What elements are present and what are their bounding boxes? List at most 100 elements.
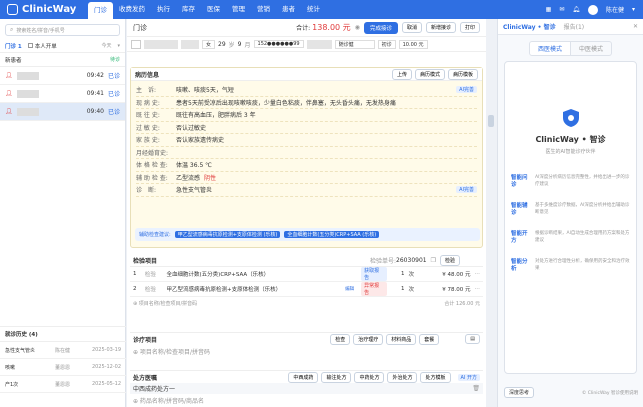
record-field[interactable]: 辅 助 检 查: 乙型流感 阴性 [136, 172, 477, 184]
user-name[interactable]: 陈在健 [606, 5, 624, 14]
nav-item[interactable]: 库存 [176, 0, 201, 19]
search-input[interactable]: 搜索姓名/拼音/手机号 [16, 27, 64, 34]
upload-button[interactable]: 上传 [391, 68, 412, 80]
gender-select[interactable]: 女 [202, 39, 216, 49]
add-drug-input[interactable]: ⊕ 药品名称/拼音码/商品名 [130, 394, 483, 407]
report-status[interactable]: 获取报告 [361, 267, 387, 281]
chevron-down-icon[interactable]: ▾ [632, 6, 635, 13]
add-treat-input[interactable]: ⊕ 项目名称/检查项目/拼音码 [130, 345, 483, 358]
record-field[interactable]: 诊 断: 急性支气管炎 AI完善 [136, 184, 477, 197]
history-item[interactable]: 急性支气管炎 陈在健 2025-03-19 [0, 342, 126, 359]
chevron-down-icon[interactable]: ▾ [117, 43, 120, 49]
new-patient-row[interactable]: 新患者 待诊 [0, 53, 125, 67]
complete-visit-button[interactable]: 完成接诊 [363, 21, 398, 34]
tab-ai[interactable]: ClinicWay • 智诊 [503, 22, 556, 31]
patient-list-item[interactable]: 👤︎ 09:42 已诊 [0, 67, 125, 85]
treat-template-button[interactable]: ▤ [465, 334, 480, 344]
first-visit-select[interactable]: 初诊 [377, 39, 396, 49]
western-mode-button[interactable]: 西医模式 [528, 40, 571, 56]
ai-complete-button[interactable]: AI完善 [456, 86, 477, 94]
checkbox-icon[interactable] [27, 43, 33, 48]
record-field[interactable]: 现 病 史: 患者5天前受凉后出现咳嗽咳痰，少量白色粘痰，伴鼻塞，无头昏头痛，无发… [136, 97, 477, 109]
history-item[interactable]: 咳嗽 董恩恩 2025-12-02 [0, 359, 126, 376]
avatar[interactable] [587, 4, 598, 15]
patient-list-item[interactable]: 👤︎ 09:40 已诊 [0, 103, 125, 121]
redacted-field [306, 39, 332, 49]
phone-field[interactable]: 152●●●●●●99 [253, 40, 304, 48]
app-logo[interactable]: ClinicWay [0, 4, 88, 15]
rx-type-button[interactable]: 处方模板 [420, 371, 451, 383]
grid-icon[interactable]: ▦ [546, 6, 552, 13]
record-field[interactable]: 过 敏 史: 否认过敏史 [136, 122, 477, 134]
treat-type-button[interactable]: 材料商品 [386, 333, 417, 345]
tab-clinic[interactable]: 门诊 1 [5, 42, 22, 50]
total-value: 138.00 元 [312, 23, 351, 32]
nav-item[interactable]: 管理 [226, 0, 251, 19]
bell-icon[interactable]: 🔔︎ [572, 6, 580, 13]
patient-search[interactable]: ⌕ 搜索姓名/拼音/手机号 [5, 24, 120, 36]
nav-item[interactable]: 营销 [251, 0, 276, 19]
print-button[interactable]: 打印 [459, 22, 480, 33]
record-field[interactable]: 既 往 史: 既往有高血压，肥胖病后 3 年 [136, 109, 477, 122]
patient-name-redacted [16, 71, 39, 80]
nav-item[interactable]: 患者 [276, 0, 301, 19]
record-field[interactable]: 主 诉: 咳嗽、咳痰5天，气短 AI完善 [136, 84, 477, 97]
tab-report[interactable]: 报告(1) [564, 22, 585, 31]
record-field[interactable]: 月经婚育史: [136, 147, 477, 159]
ai-prescribe-button[interactable]: AI 开方 [457, 373, 480, 381]
nav-item[interactable]: 门诊 [88, 2, 113, 19]
page-title: 门诊 [133, 23, 147, 32]
cancel-button[interactable]: 取消 [401, 22, 422, 33]
nav-item[interactable]: 统计 [301, 0, 326, 19]
rx-type-button[interactable]: 中西成药 [288, 371, 319, 383]
treat-type-button[interactable]: 检查 [330, 333, 351, 345]
tcm-mode-button[interactable]: 中医模式 [571, 40, 613, 56]
more-icon[interactable]: ⋯ [475, 286, 481, 292]
patient-list-item[interactable]: 👤︎ 09:41 已诊 [0, 85, 125, 103]
treat-type-button[interactable]: 套餐 [419, 333, 440, 345]
rx-type-button[interactable]: 外治处方 [387, 371, 418, 383]
trash-icon[interactable]: 🗑︎ [472, 385, 480, 392]
close-icon[interactable]: ✕ [633, 23, 638, 30]
ai-intro-card: ClinicWay • 智诊 医生的AI智能诊疗伙伴 智能问诊 AI深度分析病历信… [504, 61, 637, 374]
record-field[interactable]: 家 族 史: 否认家族遗传病史 [136, 134, 477, 147]
record-field[interactable]: 体 格 检 查: 体温 36.5 ℃ [136, 159, 477, 172]
date-filter[interactable]: 今天 [101, 42, 111, 49]
app-name: ClinicWay [22, 4, 77, 15]
own-orders-toggle[interactable]: 本人开单 [27, 42, 57, 50]
fee-field[interactable]: 10.00 元 [398, 39, 428, 49]
rx-type-button[interactable]: 中药处方 [354, 371, 385, 383]
age-years[interactable]: 29 [218, 41, 226, 48]
panel-resize-handle[interactable] [488, 115, 494, 127]
suggest-chip-2[interactable]: 全血细胞计数(五分类)CRP+SAA (乐核) [284, 231, 380, 238]
lab-button[interactable]: 检验 [439, 254, 460, 266]
edit-link[interactable]: 编辑 [345, 287, 354, 292]
patient-time: 09:40 [86, 108, 104, 115]
ai-complete-button[interactable]: AI完善 [456, 186, 477, 194]
new-visit-button[interactable]: 新增接诊 [425, 22, 456, 33]
report-status[interactable]: 异常报告 [361, 282, 387, 296]
copy-icon[interactable]: ❐ [431, 257, 436, 264]
message-icon[interactable]: ✉ [559, 6, 564, 13]
rx-type-button[interactable]: 输注处方 [321, 371, 352, 383]
suggest-chip-1[interactable]: 甲乙型流感病毒抗原检测+支原体检测 (乐核) [174, 231, 281, 238]
treat-type-button[interactable]: 治疗理疗 [353, 333, 384, 345]
deep-think-button[interactable]: 深度思考 [504, 387, 535, 398]
nav-item[interactable]: 医保 [201, 0, 226, 19]
table-row[interactable]: 1 检验 全血细胞计数(五分类)CRP+SAA（乐核） 获取报告 1 次 ¥ 48.00 元… [130, 267, 483, 282]
record-template-button[interactable]: 病历模板 [447, 68, 478, 80]
visit-type-select[interactable]: 随诊健 [334, 39, 375, 49]
table-row[interactable]: 2 检验 甲乙型流感病毒抗原检测+支原体检测（乐核） 编辑 异常报告 1 次 ¥ 78.00 … [130, 282, 483, 297]
clinic-main: 门诊 合计: 138.00 元 ◉ 完成接诊 取消 新增接诊 打印 女 29 岁… [127, 19, 486, 407]
id-card-icon[interactable] [131, 39, 141, 49]
age-months[interactable]: 9 [238, 41, 242, 48]
record-mode-button[interactable]: 病历模式 [414, 68, 445, 80]
eye-icon[interactable]: ◉ [355, 24, 360, 31]
more-icon[interactable]: ⋯ [475, 271, 481, 277]
nav-item[interactable]: 执行 [151, 0, 176, 19]
patient-name-field[interactable] [144, 39, 178, 49]
nav-item[interactable]: 收费发药 [113, 0, 151, 19]
history-item[interactable]: 产1次 董恩恩 2025-05-12 [0, 376, 126, 393]
add-lab-input[interactable]: ⊕ 项目名称/检查项目/拼音码 [133, 300, 197, 307]
logo-icon [7, 4, 18, 15]
